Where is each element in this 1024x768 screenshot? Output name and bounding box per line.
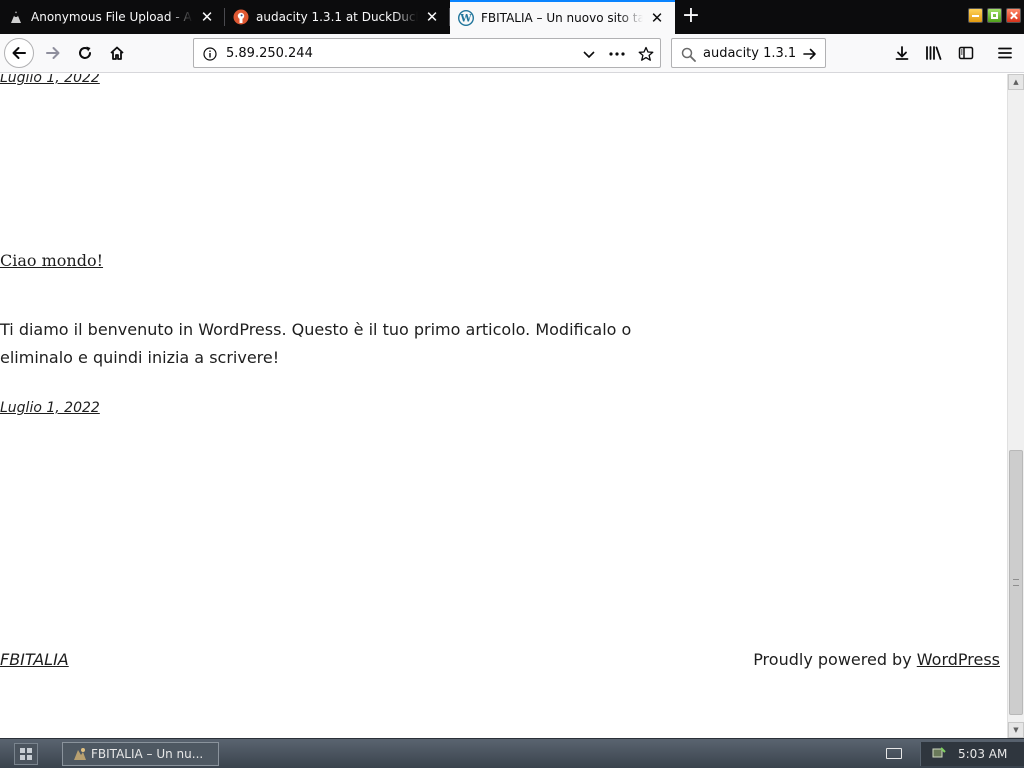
svg-text:W: W <box>459 14 472 25</box>
credit-text: Proudly powered by <box>753 650 917 669</box>
clock[interactable]: 5:03 AM <box>958 747 1007 761</box>
tab-fbitalia[interactable]: W FBITALIA – Un nuovo sito targato WordP… <box>450 0 675 34</box>
site-info-icon[interactable] <box>200 44 220 64</box>
wordpress-icon: W <box>458 10 474 26</box>
reload-icon <box>79 46 91 59</box>
scroll-up-arrow-icon[interactable]: ▲ <box>1008 74 1024 90</box>
post-date-link[interactable]: Luglio 1, 2022 <box>0 400 100 416</box>
url-text[interactable]: 5.89.250.244 <box>226 46 313 61</box>
search-bar[interactable]: audacity 1.3.1 <box>671 38 826 68</box>
close-tab-icon[interactable]: ✕ <box>649 10 665 26</box>
taskbar-window-title: FBITALIA – Un nu... <box>91 747 204 761</box>
post-date-link[interactable]: Luglio 1, 2022 <box>0 74 100 86</box>
tab-anonymous-upload[interactable]: Anonymous File Upload - Anonymous ✕ <box>0 0 225 34</box>
close-window-button[interactable] <box>1006 8 1021 23</box>
search-icon <box>678 44 698 64</box>
anon-upload-icon <box>8 9 24 25</box>
close-icon <box>1007 9 1020 22</box>
go-arrow-icon[interactable] <box>800 44 820 64</box>
home-button[interactable] <box>102 38 132 68</box>
hamburger-menu-icon <box>998 47 1012 59</box>
bookmark-star-icon[interactable] <box>636 44 656 64</box>
network-icon[interactable] <box>932 746 946 760</box>
start-menu-button[interactable] <box>14 743 38 765</box>
minimize-icon <box>969 9 982 22</box>
page-actions-icon[interactable] <box>607 44 627 64</box>
sidebar-icon <box>958 46 974 60</box>
tab-title: FBITALIA – Un nuovo sito targato WordPre… <box>481 11 643 25</box>
start-grid-icon <box>20 748 32 760</box>
tab-strip: Anonymous File Upload - Anonymous ✕ auda… <box>0 0 1024 34</box>
scrollbar-thumb[interactable] <box>1009 450 1023 715</box>
tab-title: audacity 1.3.1 at DuckDuckGo <box>256 10 418 24</box>
scroll-down-arrow-icon[interactable]: ▼ <box>1008 722 1024 738</box>
search-input[interactable]: audacity 1.3.1 <box>703 46 796 61</box>
footer-site-title-link[interactable]: FBITALIA <box>0 650 69 669</box>
maximize-icon <box>988 9 1001 22</box>
back-button[interactable] <box>4 38 34 68</box>
close-tab-icon[interactable]: ✕ <box>199 9 215 25</box>
post-excerpt: Ti diamo il benvenuto in WordPress. Ques… <box>0 320 632 367</box>
close-tab-icon[interactable]: ✕ <box>424 9 440 25</box>
taskbar-window-firefox[interactable]: FBITALIA – Un nu... <box>62 742 219 766</box>
tab-title: Anonymous File Upload - Anonymous <box>31 10 193 24</box>
menu-button[interactable] <box>990 38 1020 68</box>
post-title-link[interactable]: Ciao mondo! <box>0 251 103 270</box>
new-tab-button[interactable]: + <box>680 5 702 27</box>
forward-arrow-icon <box>46 47 60 59</box>
wordpress-link[interactable]: WordPress <box>917 650 1000 669</box>
taskbar: FBITALIA – Un nu... 5:03 AM <box>0 738 1024 768</box>
firefox-window-icon <box>74 748 86 760</box>
vertical-scrollbar[interactable]: ▲ ▼ <box>1007 74 1024 738</box>
address-bar[interactable]: 5.89.250.244 <box>193 38 661 68</box>
sidebar-toggle-button[interactable] <box>951 38 981 68</box>
keyboard-icon[interactable] <box>886 748 902 759</box>
chevron-down-icon[interactable] <box>579 44 599 64</box>
download-icon <box>895 46 909 60</box>
library-icon <box>926 46 942 60</box>
reload-button[interactable] <box>70 38 100 68</box>
navigation-toolbar: 5.89.250.244 audacity 1.3.1 <box>0 34 1024 73</box>
page-content: Luglio 1, 2022 Ciao mondo! Ti diamo il b… <box>0 74 1007 738</box>
maximize-window-button[interactable] <box>987 8 1002 23</box>
minimize-window-button[interactable] <box>968 8 983 23</box>
tab-duckduckgo[interactable]: audacity 1.3.1 at DuckDuckGo ✕ <box>225 0 450 34</box>
duckduckgo-icon <box>233 9 249 25</box>
library-button[interactable] <box>919 38 949 68</box>
home-icon <box>110 46 124 60</box>
footer-credit: Proudly powered by WordPress <box>753 650 1000 669</box>
back-arrow-icon <box>12 47 26 59</box>
forward-button[interactable] <box>38 38 68 68</box>
downloads-button[interactable] <box>887 38 917 68</box>
